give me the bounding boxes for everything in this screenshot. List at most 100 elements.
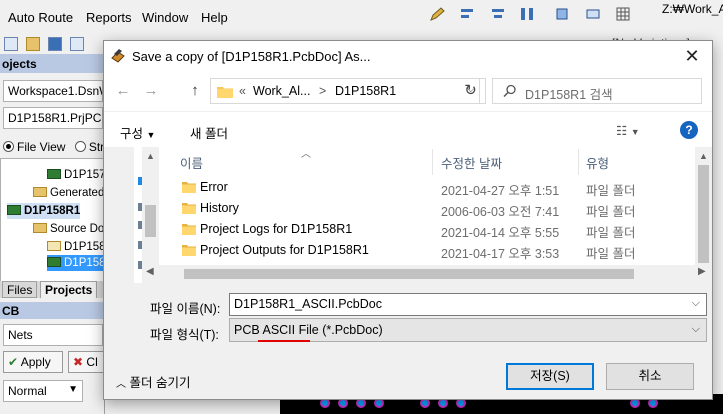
tree-item[interactable]: Source Do <box>33 221 104 237</box>
view-options-icon[interactable]: ☷ ▼ <box>616 123 640 138</box>
file-name: History <box>200 201 239 215</box>
list-item[interactable]: Error 2021-04-27 오후 1:51 파일 폴더 <box>160 177 696 198</box>
folder-icon <box>182 182 196 193</box>
organize-button[interactable]: 구성 ▼ <box>120 123 155 142</box>
up-arrow-icon[interactable]: ↑ <box>184 80 206 102</box>
filetype-label: 파일 형식(T): <box>150 328 219 342</box>
open-icon[interactable] <box>26 37 40 51</box>
chevron-down-icon: ▼ <box>68 384 78 395</box>
chevron-down-icon[interactable]: ⌵ <box>692 297 700 310</box>
tree-item-selected[interactable]: D1P158 <box>47 255 106 271</box>
structure-radio[interactable] <box>74 141 86 152</box>
pcb-icon <box>47 169 61 179</box>
search-input[interactable]: D1P158R1 검색 <box>492 78 702 104</box>
back-arrow-icon[interactable]: ← <box>112 80 134 102</box>
search-icon <box>503 84 516 98</box>
structure-label: Str <box>88 140 105 154</box>
file-view-radio[interactable] <box>3 141 14 152</box>
list-item[interactable]: History 2006-06-03 오전 7:41 파일 폴더 <box>160 198 696 219</box>
caret-down-icon: ▼ <box>146 130 156 140</box>
project-tree: D1P157 Generated D1P158R1 Source Do D1P1… <box>0 158 106 288</box>
refresh-icon[interactable]: ↻ <box>456 78 486 104</box>
distribute-icon[interactable] <box>519 6 537 22</box>
forward-arrow-icon[interactable]: → <box>140 80 162 102</box>
clear-button[interactable]: ✖ Cl <box>68 351 105 373</box>
dialog-title: Save a copy of [D1P158R1.PcbDoc] As... <box>132 49 371 64</box>
menu-help[interactable]: Help <box>201 10 228 25</box>
column-separator[interactable] <box>578 149 579 175</box>
menu-reports[interactable]: Reports <box>86 10 132 25</box>
file-type: 파일 폴더 <box>586 247 636 261</box>
apply-button[interactable]: ✔ Apply <box>3 351 63 373</box>
scroll-thumb[interactable] <box>145 205 156 237</box>
new-folder-button[interactable]: 새 폴더 <box>190 123 228 142</box>
menu-auto-route[interactable]: Auto Route <box>8 10 73 25</box>
filename-input[interactable]: D1P158R1_ASCII.PcbDoc ⌵ <box>229 293 707 316</box>
annotation-underline <box>258 340 310 342</box>
mode-combo[interactable]: Normal ▼ <box>3 380 83 402</box>
cancel-button[interactable]: 취소 <box>606 363 694 390</box>
place-icon[interactable] <box>585 6 603 22</box>
app-icon <box>111 49 125 63</box>
column-header-type[interactable]: 유형 <box>586 153 609 172</box>
nets-field[interactable]: Nets <box>3 324 103 346</box>
filetype-select[interactable]: PCB ASCII File (*.PcbDoc) ⌵ <box>229 318 707 342</box>
save-icon[interactable] <box>48 37 62 51</box>
pencil-icon[interactable] <box>429 6 447 22</box>
layer-icon[interactable] <box>555 6 573 22</box>
navigation-bar: ← → ↑ « Work_Al... > D1P158R1 ⌵ ↻ D1P158… <box>104 71 712 111</box>
tree-item-project[interactable]: D1P158R1 <box>7 203 81 219</box>
align-center-icon[interactable] <box>489 6 507 22</box>
tree-item[interactable]: D1P158 <box>47 239 106 255</box>
file-type: 파일 폴더 <box>586 226 636 240</box>
pcb-panel-header: CB <box>0 302 105 319</box>
tab-projects[interactable]: Projects <box>40 281 98 298</box>
column-header-name[interactable]: 이름 <box>180 153 203 172</box>
panel-tabs: Files Projects <box>0 281 105 298</box>
scroll-left-icon[interactable]: ◀ <box>146 266 154 277</box>
project-field[interactable]: D1P158R1.PrjPCB <box>3 107 103 129</box>
close-icon[interactable]: ✕ <box>678 44 706 68</box>
nav-pane-scrollbar[interactable]: ▲ ▼ <box>142 147 159 283</box>
file-date: 2021-04-17 오후 3:53 <box>441 247 560 261</box>
tree-item[interactable]: Generated <box>33 185 104 201</box>
align-icon[interactable] <box>459 6 477 22</box>
hide-folders-toggle[interactable]: ︿ 폴더 숨기기 <box>116 372 190 391</box>
panel-header: ojects <box>0 54 105 73</box>
list-item[interactable]: Project Logs for D1P158R1 2021-04-14 오후 … <box>160 219 696 240</box>
breadcrumb-overflow[interactable]: « <box>239 84 246 98</box>
workspace-field[interactable]: Workspace1.DsnW <box>3 80 103 102</box>
scroll-up-icon[interactable]: ▲ <box>145 151 156 161</box>
tree-item[interactable]: D1P157 <box>47 167 106 183</box>
file-list: ︿ 이름 수정한 날짜 유형 Error 2021-04-27 오후 1:51 … <box>160 147 712 283</box>
dialog-titlebar: Save a copy of [D1P158R1.PcbDoc] As... ✕ <box>104 41 712 71</box>
sort-caret-icon: ︿ <box>301 149 311 160</box>
scroll-thumb[interactable] <box>698 165 709 263</box>
pcb-icon <box>7 205 21 215</box>
horizontal-scrollbar[interactable]: ◀ ▶ <box>142 265 712 283</box>
new-icon[interactable] <box>4 37 18 51</box>
save-dialog: Save a copy of [D1P158R1.PcbDoc] As... ✕… <box>103 40 713 400</box>
schdoc-icon <box>47 241 61 251</box>
filetype-value: PCB ASCII File (*.PcbDoc) <box>234 323 383 337</box>
scroll-right-icon[interactable]: ▶ <box>698 266 706 277</box>
column-separator[interactable] <box>432 149 433 175</box>
breadcrumb-work[interactable]: Work_Al... <box>253 84 310 98</box>
path-label: Z:₩Work_A <box>662 2 723 16</box>
help-icon[interactable]: ? <box>680 121 698 139</box>
scroll-thumb[interactable] <box>184 269 634 279</box>
print-icon[interactable] <box>70 37 84 51</box>
grid-icon[interactable] <box>615 6 633 22</box>
tab-files[interactable]: Files <box>2 281 38 298</box>
app-toolbar-right: Z:₩Work_A <box>425 0 723 34</box>
save-button[interactable]: 저장(S) <box>506 363 594 390</box>
column-header-date[interactable]: 수정한 날짜 <box>441 153 502 172</box>
breadcrumb-current[interactable]: D1P158R1 <box>335 84 396 98</box>
address-bar[interactable]: « Work_Al... > D1P158R1 ⌵ <box>210 78 480 104</box>
list-item[interactable]: Project Outputs for D1P158R1 2021-04-17 … <box>160 240 696 261</box>
file-list-scrollbar[interactable]: ▲ <box>695 147 712 283</box>
scroll-up-icon[interactable]: ▲ <box>698 151 709 161</box>
menu-window[interactable]: Window <box>142 10 188 25</box>
search-placeholder: D1P158R1 검색 <box>525 88 613 102</box>
check-icon: ✔ <box>8 355 19 369</box>
